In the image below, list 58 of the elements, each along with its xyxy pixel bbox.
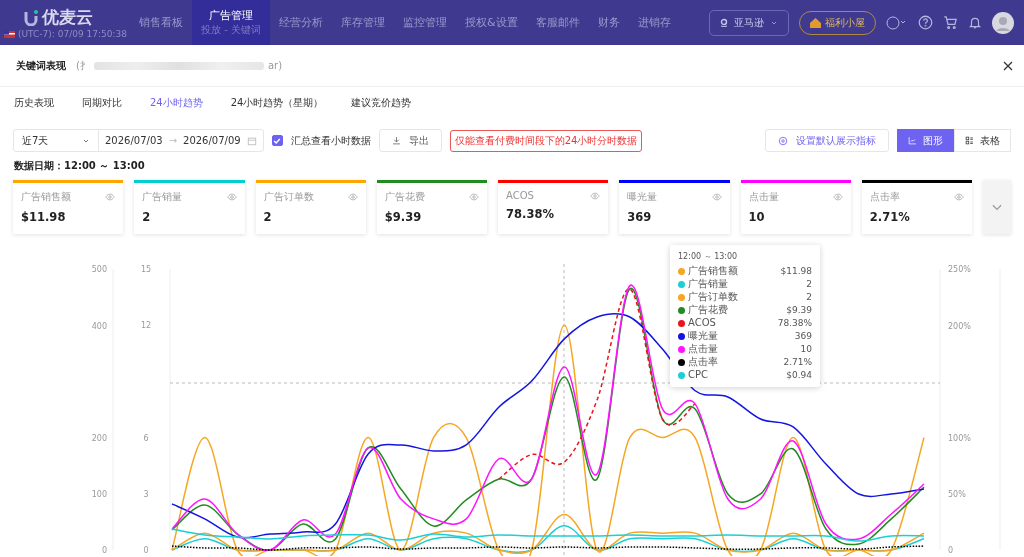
tooltip-value: 2 xyxy=(806,279,812,289)
tooltip-value: 10 xyxy=(800,344,812,354)
checkbox-label: 汇总查看小时数据 xyxy=(290,133,371,148)
keyword-suffix: ar) xyxy=(267,60,283,71)
tooltip-label: 广告花费 xyxy=(688,304,728,316)
metric-value: $9.39 xyxy=(384,210,423,224)
axis-tick-label: 0 xyxy=(948,546,954,555)
axis-tick-label: 100 xyxy=(91,490,107,499)
tooltip-value: 2 xyxy=(806,292,812,302)
axis-tick-label: 15 xyxy=(140,265,152,274)
metric-label: ACOS xyxy=(506,190,534,201)
logo-text: 优麦云 xyxy=(42,6,93,29)
tooltip-value: $9.39 xyxy=(786,305,812,315)
notice-text: 仅能查看付费时间段下的24小时分时数据 xyxy=(449,129,643,152)
tooltip-value: 369 xyxy=(794,331,812,341)
metric-value: 78.38% xyxy=(506,207,555,221)
metric-label: 点击量 xyxy=(748,190,779,204)
metric-value: 2 xyxy=(142,210,152,224)
tooltip-label: 广告销售额 xyxy=(688,265,738,277)
axis-tick-label: 12 xyxy=(140,321,152,331)
axis-tick-label: 100% xyxy=(948,434,971,443)
axis-tick-label: 50% xyxy=(948,490,966,499)
axis-tick-label: 400 xyxy=(91,322,107,331)
tooltip-label: 点击量 xyxy=(688,343,718,355)
tooltip-title: 12:00 ～ 13:00 xyxy=(678,251,739,262)
tooltip-label: 广告订单数 xyxy=(688,291,738,303)
axis-tick-label: 200% xyxy=(948,322,971,331)
axis-tick-label: 250% xyxy=(948,265,971,274)
metric-label: 广告销售额 xyxy=(21,190,71,204)
tooltip-value: 2.71% xyxy=(783,357,812,367)
clock-text: (UTC-7): 07/09 17:50:38 xyxy=(4,29,130,39)
tooltip-label: 点击率 xyxy=(688,356,718,368)
axis-tick-label: 6 xyxy=(143,433,149,443)
data-date: 数据日期：12:00 ～ 13:00 xyxy=(13,159,146,173)
tooltip-value: $11.98 xyxy=(780,266,812,276)
metric-value: 369 xyxy=(627,210,653,224)
keyword-prefix: (扌 xyxy=(76,58,90,73)
tooltip-value: $0.94 xyxy=(786,370,812,380)
metric-label: 广告花费 xyxy=(384,190,425,204)
metric-value: $11.98 xyxy=(21,210,67,224)
tooltip-value: 78.38% xyxy=(777,318,812,328)
metric-label: 广告销量 xyxy=(142,190,183,204)
metric-value: 2.71% xyxy=(869,210,911,224)
axis-tick-label: 0 xyxy=(143,546,149,555)
axis-tick-label: 3 xyxy=(143,489,149,499)
metric-value: 10 xyxy=(748,210,766,224)
tooltip-label: 广告销量 xyxy=(688,278,728,290)
metric-label: 点击率 xyxy=(869,190,900,204)
metric-label: 广告订单数 xyxy=(263,190,314,204)
axis-tick-label: 200 xyxy=(91,434,107,443)
tooltip-label: CPC xyxy=(688,369,708,381)
panel-title: 关键词表现 xyxy=(16,58,66,73)
axis-tick-label: 0 xyxy=(101,546,107,555)
tooltip-label: 曝光量 xyxy=(688,330,718,342)
metric-value: 2 xyxy=(263,210,273,224)
metric-label: 曝光量 xyxy=(627,190,658,204)
axis-tick-label: 500 xyxy=(91,265,107,274)
tooltip-label: ACOS xyxy=(688,317,716,329)
